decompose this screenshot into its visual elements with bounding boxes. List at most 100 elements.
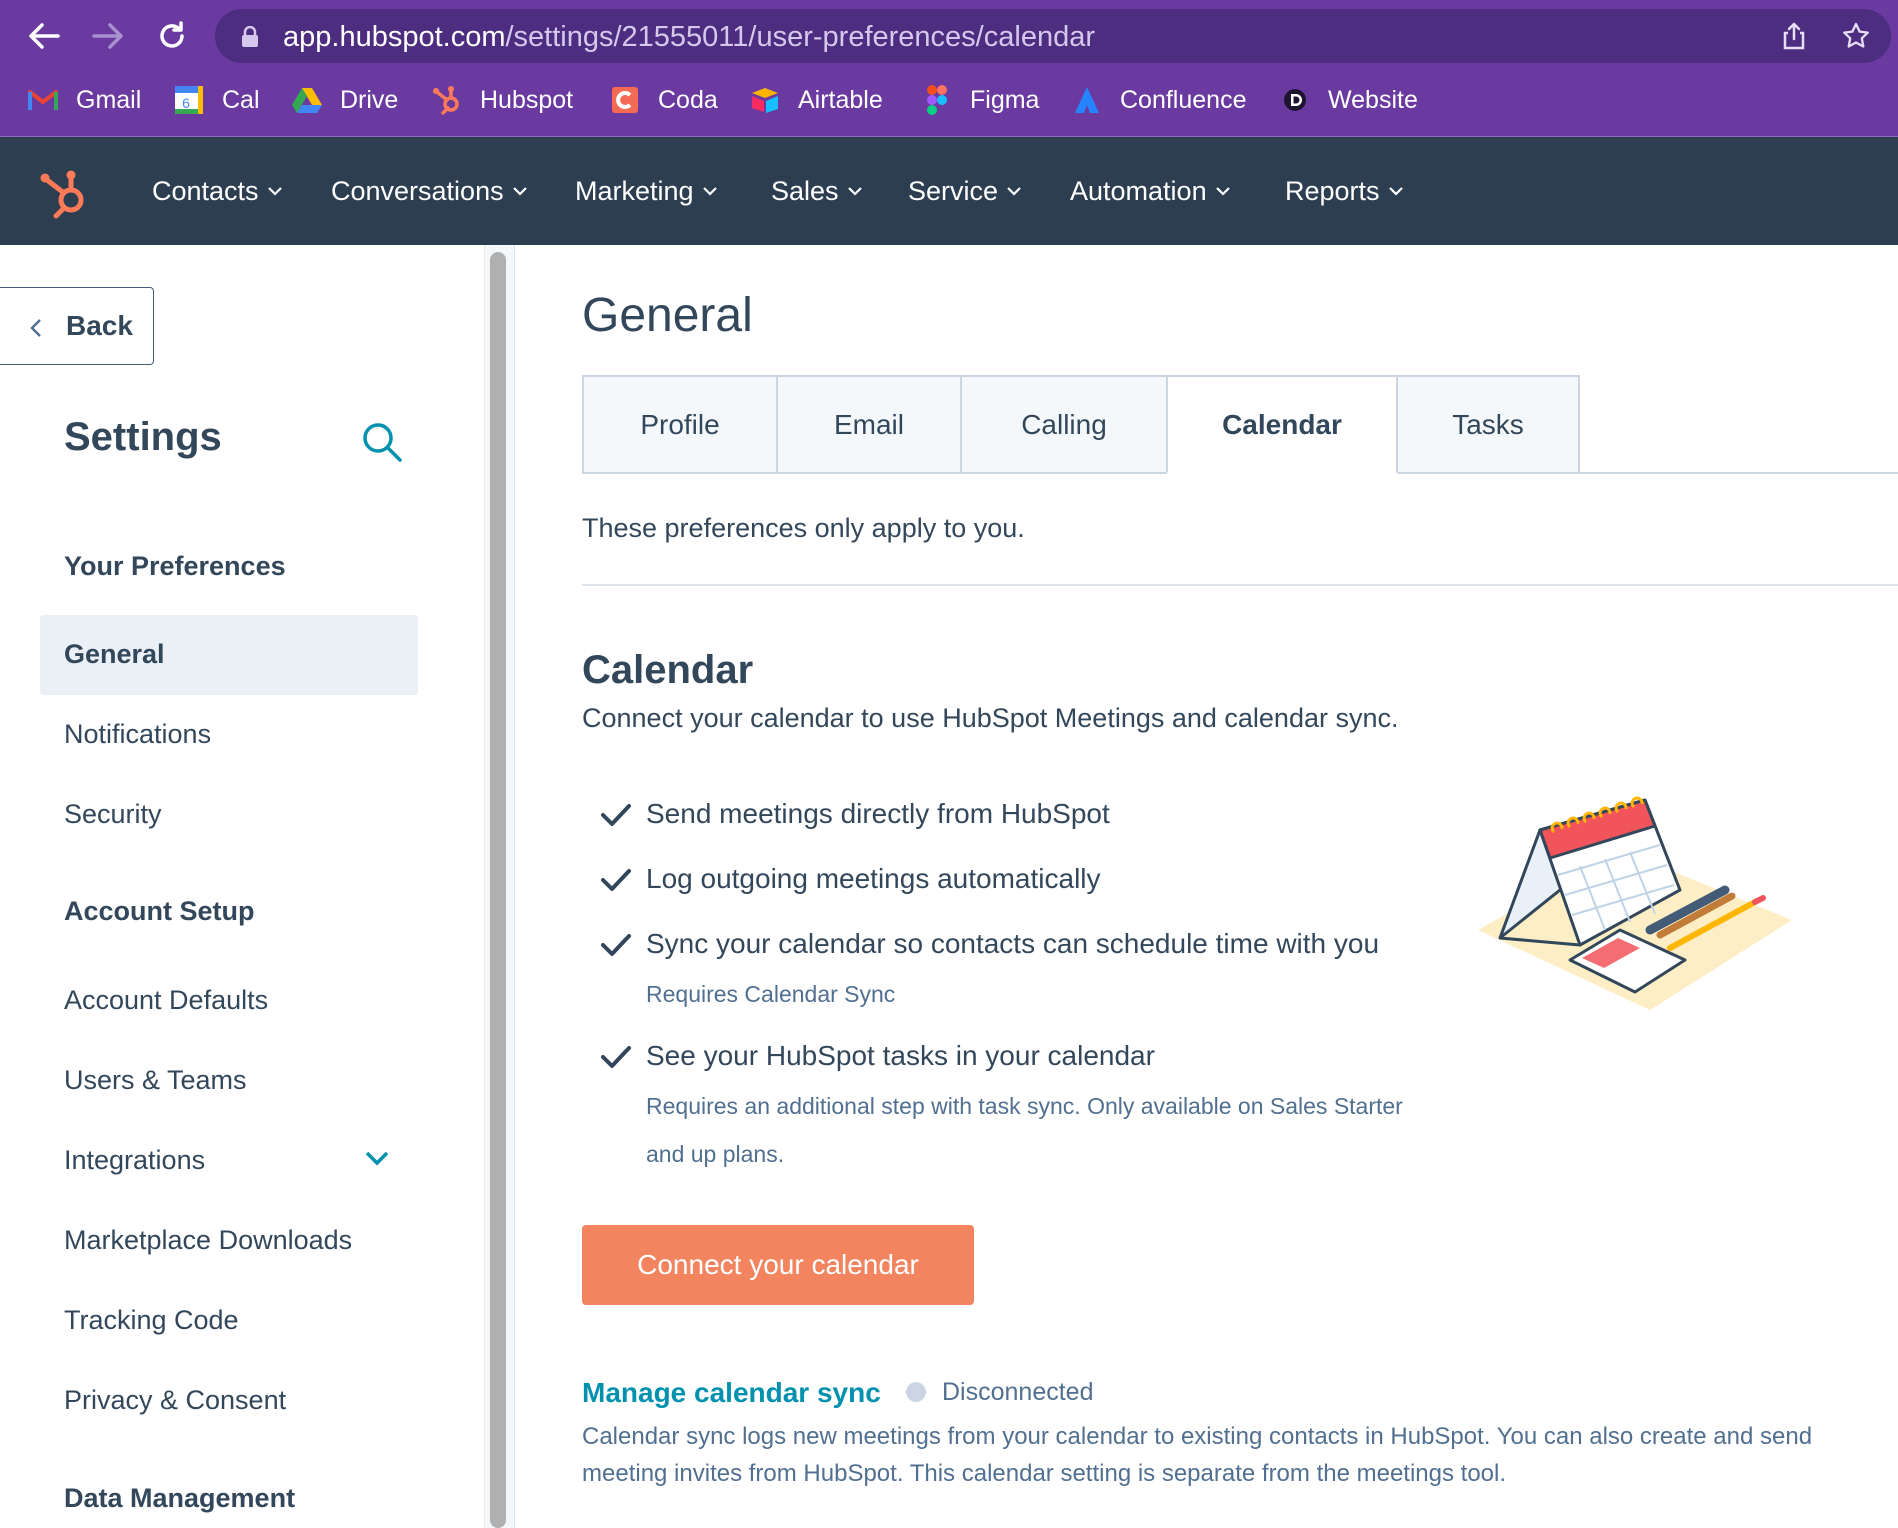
tab-calendar[interactable]: Calendar (1166, 375, 1398, 474)
nav-reports[interactable]: Reports (1285, 173, 1404, 209)
calendar-icon: 6 (174, 85, 204, 115)
connect-calendar-button[interactable]: Connect your calendar (582, 1225, 974, 1305)
checkmark-icon (601, 869, 631, 891)
feature-text: Sync your calendar so contacts can sched… (646, 928, 1380, 959)
preferences-tabs: Profile Email Calling Calendar Tasks (582, 375, 1898, 474)
coda-icon (610, 85, 640, 115)
preferences-note: These preferences only apply to you. (582, 513, 1025, 543)
sidebar-item-marketplace-downloads[interactable]: Marketplace Downloads (64, 1225, 352, 1256)
chevron-down-icon (1388, 187, 1403, 196)
confluence-icon (1072, 85, 1102, 115)
bookmark-label: Airtable (798, 85, 883, 114)
calendar-subtitle: Connect your calendar to use HubSpot Mee… (582, 703, 1399, 733)
bookmark-airtable[interactable]: Airtable (750, 76, 883, 124)
bookmark-label: Drive (340, 85, 399, 114)
feature-note: Requires an additional step with task sy… (646, 1093, 1403, 1167)
sidebar-section-data-management: Data Management (64, 1483, 296, 1513)
nav-conversations[interactable]: Conversations (331, 173, 528, 209)
arrow-left-icon (29, 23, 60, 49)
chevron-down-icon (1007, 187, 1021, 196)
bookmark-figma[interactable]: Figma (922, 76, 1039, 124)
hubspot-icon (432, 85, 462, 115)
settings-sidebar: Back Settings Your Preferences General N… (0, 245, 484, 1528)
chevron-left-icon (30, 319, 41, 337)
nav-contacts[interactable]: Contacts (152, 173, 283, 209)
bookmarks-bar: Gmail 6 Cal Drive Hubspot Coda Airtable … (0, 76, 1898, 124)
sidebar-item-users-teams[interactable]: Users & Teams (64, 1065, 247, 1096)
tab-profile[interactable]: Profile (582, 375, 778, 474)
sidebar-item-notifications[interactable]: Notifications (64, 719, 211, 750)
nav-label: Automation (1070, 175, 1207, 206)
checkmark-icon (601, 1046, 631, 1068)
nav-label: Reports (1285, 175, 1380, 206)
sidebar-item-general[interactable]: General (40, 615, 418, 695)
sidebar-scrollbar-thumb[interactable] (490, 252, 506, 1528)
sidebar-item-label: General (64, 639, 165, 669)
sidebar-item-tracking-code[interactable]: Tracking Code (64, 1305, 239, 1336)
bookmark-website[interactable]: Website (1280, 76, 1418, 124)
bookmark-cal[interactable]: 6 Cal (174, 76, 260, 124)
feature-text: Send meetings directly from HubSpot (646, 798, 1110, 829)
bookmark-coda[interactable]: Coda (610, 76, 718, 124)
airtable-icon (750, 85, 780, 115)
chevron-down-icon (512, 187, 527, 196)
status-dot-icon (906, 1382, 926, 1402)
nav-label: Contacts (152, 175, 259, 206)
nav-service[interactable]: Service (908, 173, 1022, 209)
sidebar-item-integrations[interactable]: Integrations (64, 1145, 205, 1176)
sidebar-item-account-defaults[interactable]: Account Defaults (64, 985, 268, 1016)
tab-calling[interactable]: Calling (960, 375, 1168, 474)
bookmark-confluence[interactable]: Confluence (1072, 76, 1246, 124)
lock-icon (242, 26, 258, 47)
settings-title: Settings (64, 415, 222, 459)
url-text: app.hubspot.com/settings/21555011/user-p… (283, 21, 1095, 54)
nav-automation[interactable]: Automation (1070, 173, 1231, 209)
calendar-heading: Calendar (582, 648, 754, 692)
sidebar-item-privacy-consent[interactable]: Privacy & Consent (64, 1385, 286, 1416)
browser-forward-button[interactable] (86, 14, 130, 58)
back-label: Back (66, 310, 133, 341)
bookmark-gmail[interactable]: Gmail (28, 76, 141, 124)
bookmark-label: Gmail (76, 85, 142, 114)
page-title: General (582, 289, 753, 342)
url-host: app.hubspot.com (283, 21, 506, 53)
website-icon (1280, 85, 1310, 115)
bookmark-drive[interactable]: Drive (292, 76, 398, 124)
feature-text: See your HubSpot tasks in your calendar (646, 1040, 1155, 1071)
main-panel-border (514, 245, 515, 1528)
nav-label: Marketing (575, 175, 694, 206)
browser-reload-button[interactable] (150, 14, 194, 58)
nav-label: Sales (771, 175, 839, 206)
search-icon[interactable] (360, 420, 404, 464)
sidebar-section-account-setup: Account Setup (64, 896, 255, 926)
section-divider (582, 584, 1898, 586)
sync-status-label: Disconnected (942, 1378, 1094, 1406)
url-path: /settings/21555011/user-preferences/cale… (505, 21, 1095, 53)
checkmark-icon (601, 934, 631, 956)
sync-description: Calendar sync logs new meetings from you… (582, 1423, 1813, 1487)
chevron-down-icon (1215, 187, 1230, 196)
svg-text:6: 6 (182, 95, 190, 111)
address-bar[interactable]: app.hubspot.com/settings/21555011/user-p… (215, 9, 1891, 63)
feature-note: Requires Calendar Sync (646, 981, 896, 1007)
feature-text: Log outgoing meetings automatically (646, 863, 1101, 894)
bookmark-label: Confluence (1120, 85, 1247, 114)
chevron-down-icon (267, 187, 282, 196)
reload-icon (160, 21, 184, 48)
bookmark-label: Hubspot (480, 85, 574, 114)
nav-marketing[interactable]: Marketing (575, 173, 718, 209)
tab-email[interactable]: Email (776, 375, 962, 474)
share-icon[interactable] (1779, 21, 1809, 51)
chevron-down-icon (702, 187, 717, 196)
hubspot-logo-icon[interactable] (38, 167, 90, 219)
bookmark-star-icon[interactable] (1841, 21, 1871, 51)
arrow-right-icon (92, 23, 123, 49)
manage-calendar-sync-link[interactable]: Manage calendar sync (582, 1377, 881, 1409)
chevron-down-icon[interactable] (364, 1150, 390, 1168)
bookmark-hubspot[interactable]: Hubspot (432, 76, 573, 124)
tab-tasks[interactable]: Tasks (1396, 375, 1580, 474)
browser-back-button[interactable] (22, 14, 66, 58)
nav-sales[interactable]: Sales (771, 173, 863, 209)
back-button[interactable]: Back (0, 287, 154, 365)
sidebar-item-security[interactable]: Security (64, 799, 162, 830)
